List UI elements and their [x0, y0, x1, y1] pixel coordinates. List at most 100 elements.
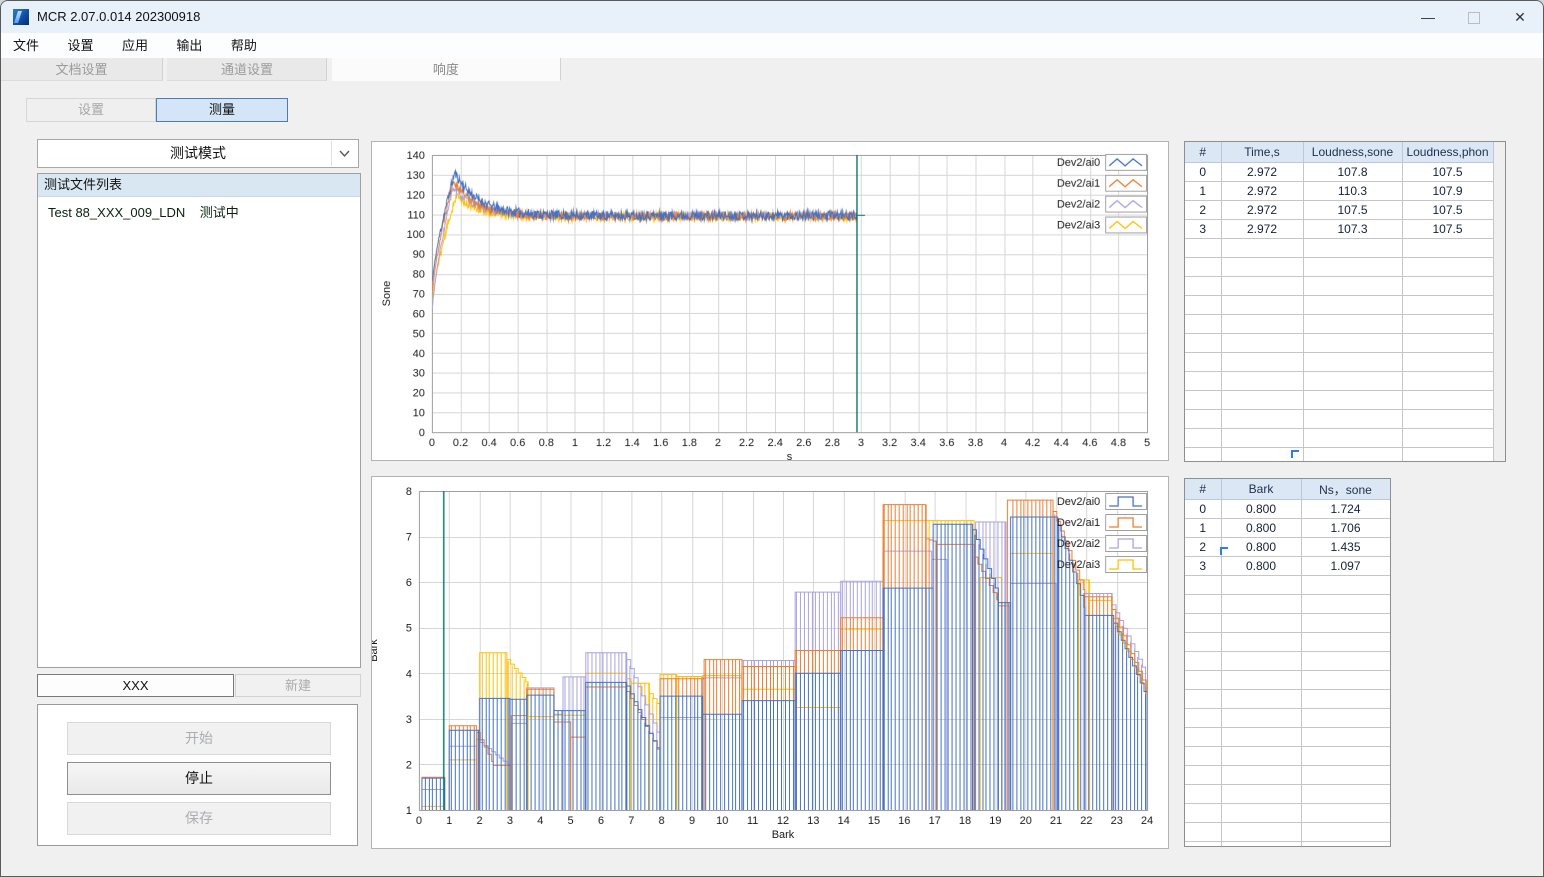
- table-cell[interactable]: [1220, 803, 1302, 823]
- table-cell[interactable]: 107.5: [1401, 162, 1494, 182]
- table-cell[interactable]: [1401, 295, 1494, 315]
- table-cell[interactable]: [1220, 613, 1302, 633]
- table-cell[interactable]: [1185, 841, 1222, 846]
- table-cell[interactable]: [1185, 613, 1222, 633]
- table-cell[interactable]: 0: [1185, 162, 1222, 182]
- table-cell[interactable]: [1401, 276, 1494, 296]
- table-cell[interactable]: 2.972: [1220, 162, 1304, 182]
- table-cell[interactable]: [1185, 276, 1222, 296]
- table-cell[interactable]: 2: [1185, 200, 1222, 220]
- table-cell[interactable]: [1300, 594, 1390, 614]
- table-cell[interactable]: 1.097: [1300, 556, 1390, 576]
- table-cell[interactable]: 0.800: [1220, 518, 1302, 538]
- table-cell[interactable]: [1302, 447, 1403, 461]
- table-cell[interactable]: [1401, 352, 1494, 372]
- table-cell[interactable]: [1401, 257, 1494, 277]
- table-cell[interactable]: [1300, 708, 1390, 728]
- table-cell[interactable]: [1220, 295, 1304, 315]
- table-cell[interactable]: [1185, 651, 1222, 671]
- table-cell[interactable]: [1185, 352, 1222, 372]
- table-cell[interactable]: [1185, 803, 1222, 823]
- table-cell[interactable]: 2: [1185, 537, 1222, 557]
- table-cell[interactable]: [1300, 727, 1390, 747]
- table-cell[interactable]: [1185, 765, 1222, 785]
- table-cell[interactable]: 107.3: [1302, 219, 1403, 239]
- table-cell[interactable]: 0.800: [1220, 499, 1302, 519]
- close-button[interactable]: ✕: [1497, 1, 1543, 33]
- table-cell[interactable]: 1: [1185, 181, 1222, 201]
- table-cell[interactable]: 3: [1185, 219, 1222, 239]
- table-cell[interactable]: 0.800: [1220, 537, 1302, 557]
- table-cell[interactable]: [1300, 784, 1390, 804]
- table-cell[interactable]: [1220, 276, 1304, 296]
- table-cell[interactable]: [1220, 765, 1302, 785]
- table-cell[interactable]: [1220, 784, 1302, 804]
- table-cell[interactable]: [1185, 371, 1222, 391]
- table-cell[interactable]: [1302, 352, 1403, 372]
- table-cell[interactable]: [1220, 727, 1302, 747]
- table-cell[interactable]: 0: [1185, 499, 1222, 519]
- table-cell[interactable]: 2.972: [1220, 219, 1304, 239]
- xxx-button[interactable]: XXX: [37, 674, 234, 697]
- table-cell[interactable]: [1401, 314, 1494, 334]
- table-cell[interactable]: [1185, 746, 1222, 766]
- table-cell[interactable]: [1302, 371, 1403, 391]
- table-cell[interactable]: [1300, 822, 1390, 842]
- minimize-button[interactable]: —: [1405, 1, 1451, 33]
- table-cell[interactable]: 1.706: [1300, 518, 1390, 538]
- new-button[interactable]: 新建: [235, 674, 361, 697]
- maximize-button[interactable]: [1451, 1, 1497, 33]
- table-cell[interactable]: 107.9: [1401, 181, 1494, 201]
- table-cell[interactable]: [1185, 575, 1222, 595]
- table-cell[interactable]: [1401, 333, 1494, 353]
- table-cell[interactable]: [1185, 689, 1222, 709]
- table-cell[interactable]: 1: [1185, 518, 1222, 538]
- table-cell[interactable]: [1401, 447, 1494, 461]
- table-cell[interactable]: [1220, 428, 1304, 448]
- table-cell[interactable]: 1.724: [1300, 499, 1390, 519]
- table-cell[interactable]: [1300, 613, 1390, 633]
- list-item[interactable]: Test 88_XXX_009_LDN 测试中: [42, 203, 356, 222]
- table-cell[interactable]: [1300, 575, 1390, 595]
- tab-channel-settings[interactable]: 通道设置: [167, 58, 328, 81]
- table-cell[interactable]: [1302, 276, 1403, 296]
- menu-help[interactable]: 帮助: [219, 33, 269, 58]
- table-cell[interactable]: 107.5: [1401, 200, 1494, 220]
- table-cell[interactable]: [1185, 295, 1222, 315]
- table-cell[interactable]: 1.435: [1300, 537, 1390, 557]
- table-cell[interactable]: [1302, 333, 1403, 353]
- table-cell[interactable]: [1220, 257, 1304, 277]
- table-cell[interactable]: [1302, 314, 1403, 334]
- table-cell[interactable]: [1300, 765, 1390, 785]
- table-cell[interactable]: [1220, 670, 1302, 690]
- menu-file[interactable]: 文件: [1, 33, 51, 58]
- table-cell[interactable]: [1185, 390, 1222, 410]
- table-cell[interactable]: [1401, 428, 1494, 448]
- table-cell[interactable]: [1300, 746, 1390, 766]
- table-cell[interactable]: [1220, 238, 1304, 258]
- table-cell[interactable]: [1185, 594, 1222, 614]
- table-cell[interactable]: [1220, 390, 1304, 410]
- table-cell[interactable]: [1185, 409, 1222, 429]
- table-cell[interactable]: 107.5: [1302, 200, 1403, 220]
- table-cell[interactable]: 107.5: [1401, 219, 1494, 239]
- table-cell[interactable]: [1220, 333, 1304, 353]
- table-cell[interactable]: [1401, 238, 1494, 258]
- table-cell[interactable]: [1302, 238, 1403, 258]
- table-cell[interactable]: [1220, 409, 1304, 429]
- table-cell[interactable]: [1220, 314, 1304, 334]
- table-cell[interactable]: [1185, 727, 1222, 747]
- table-cell[interactable]: [1302, 257, 1403, 277]
- table-cell[interactable]: [1300, 632, 1390, 652]
- table-cell[interactable]: [1220, 651, 1302, 671]
- measure-subtab-button[interactable]: 测量: [156, 98, 288, 122]
- table-cell[interactable]: [1220, 841, 1302, 846]
- table-cell[interactable]: [1185, 708, 1222, 728]
- table-cell[interactable]: [1302, 295, 1403, 315]
- table-cell[interactable]: [1185, 257, 1222, 277]
- stop-button[interactable]: 停止: [67, 762, 331, 795]
- table-cell[interactable]: [1185, 447, 1222, 461]
- table-cell[interactable]: [1302, 428, 1403, 448]
- table-cell[interactable]: [1300, 670, 1390, 690]
- table-cell[interactable]: [1300, 689, 1390, 709]
